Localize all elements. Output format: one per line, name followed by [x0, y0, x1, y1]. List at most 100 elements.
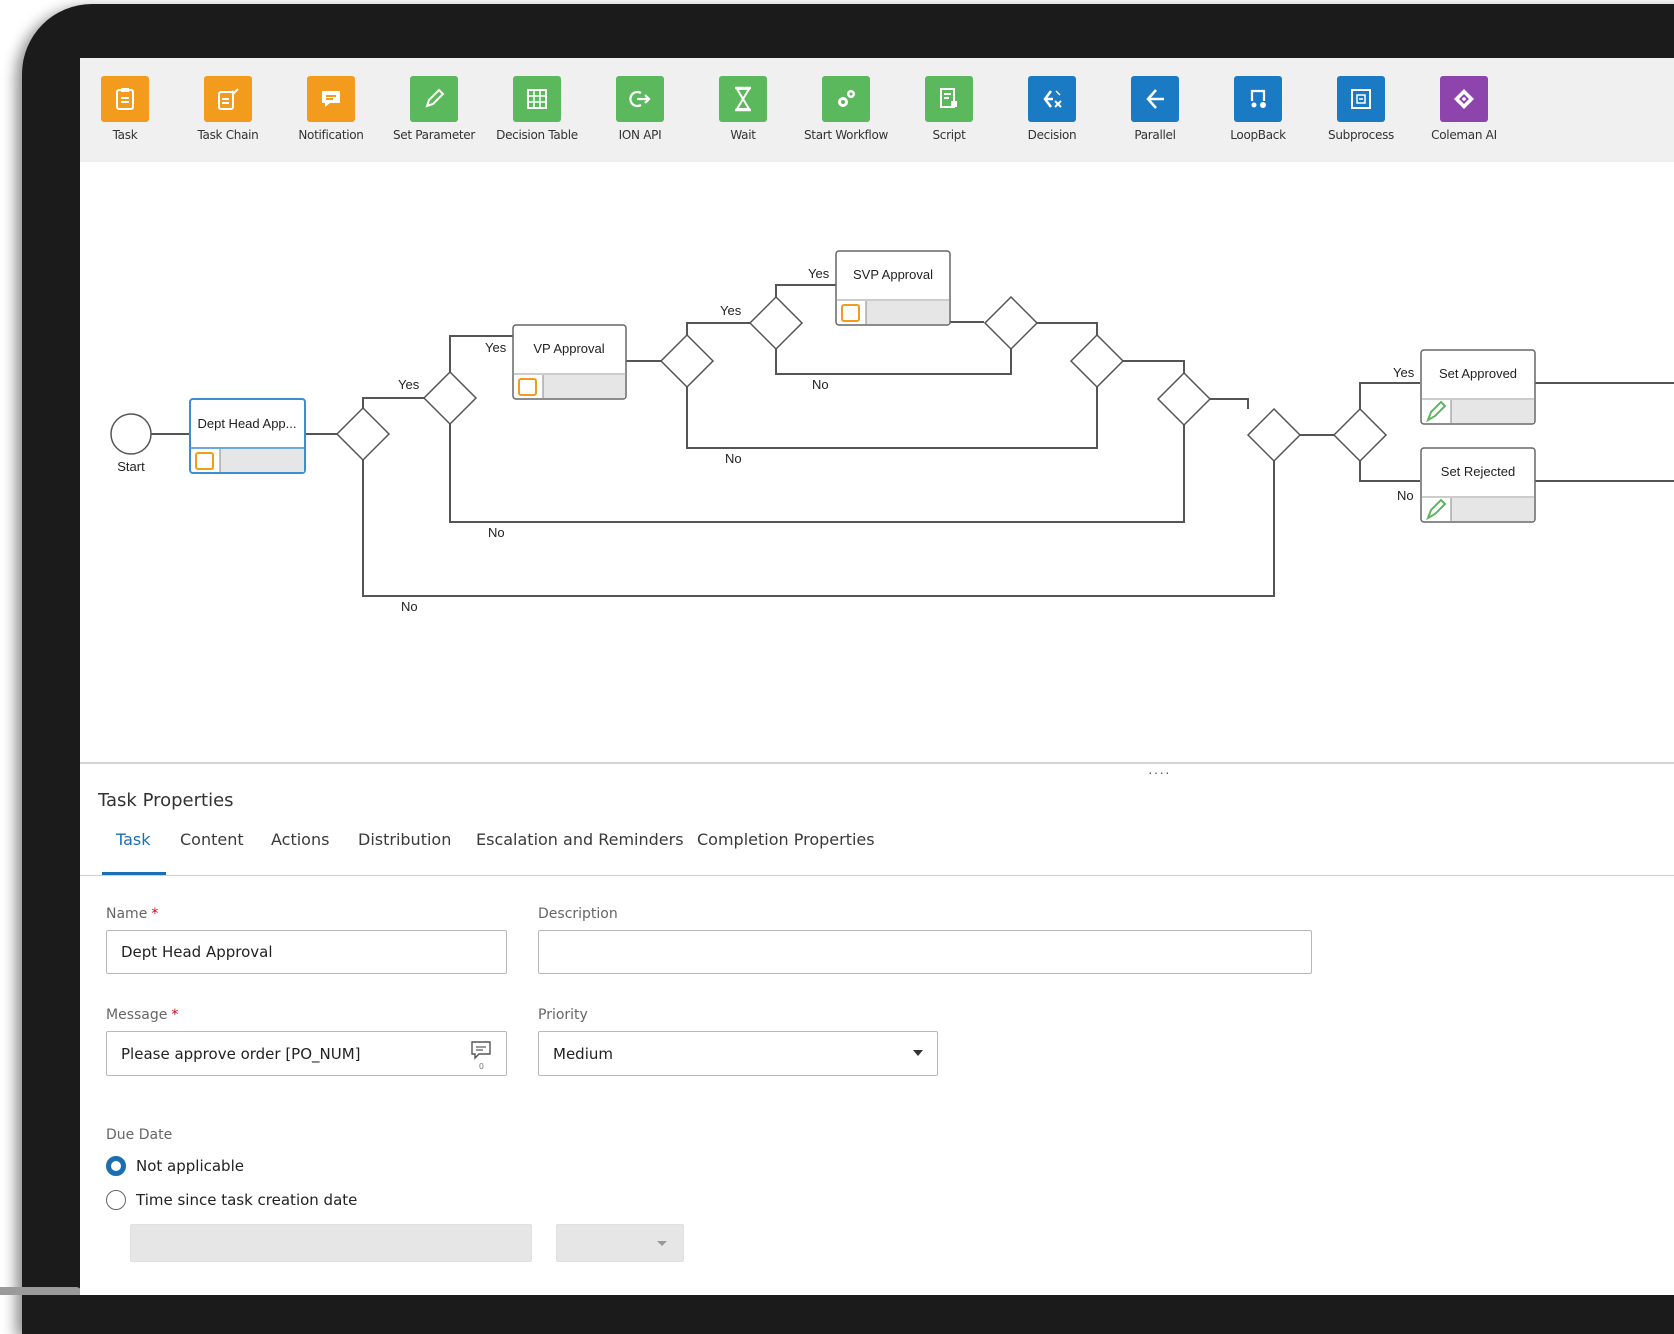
tool-ion-api[interactable]: ION API	[585, 76, 695, 142]
start-event[interactable]	[110, 413, 152, 455]
task-chain-icon	[204, 76, 252, 122]
tool-label: Wait	[730, 128, 756, 142]
priority-select[interactable]: Medium	[538, 1031, 938, 1076]
tool-task-chain[interactable]: Task Chain	[173, 76, 283, 142]
due-duration-input[interactable]	[130, 1224, 532, 1262]
hourglass-icon	[719, 76, 767, 122]
gateway-diamond[interactable]	[1332, 407, 1388, 463]
gateway-diamond[interactable]	[335, 406, 391, 462]
node-set-approved[interactable]: Set Approved	[1420, 349, 1536, 425]
workflow-canvas[interactable]: Start Dept Head App... VP Approval SVP A…	[80, 162, 1674, 762]
coleman-ai-icon	[1440, 76, 1488, 122]
yes-label: Yes	[485, 340, 507, 355]
node-label: SVP Approval	[853, 267, 933, 282]
tool-coleman-ai[interactable]: Coleman AI	[1409, 76, 1519, 142]
parallel-icon	[1131, 76, 1179, 122]
chevron-down-icon	[913, 1050, 923, 1056]
description-label: Description	[538, 906, 618, 922]
tool-label: Set Parameter	[392, 128, 476, 142]
script-icon	[925, 76, 973, 122]
tool-subprocess[interactable]: Subprocess	[1306, 76, 1416, 142]
radio-label: Time since task creation date	[136, 1191, 358, 1209]
api-arrow-icon	[616, 76, 664, 122]
task-properties-panel: Task Properties Task Content Actions Dis…	[80, 764, 1674, 1295]
tool-label: Subprocess	[1328, 128, 1394, 142]
tool-label: ION API	[618, 128, 662, 142]
yes-label: Yes	[1393, 365, 1415, 380]
gateway-diamond[interactable]	[983, 295, 1039, 351]
message-input[interactable]: Please approve order [PO_NUM] 0	[106, 1031, 507, 1076]
tool-label: Parallel	[1134, 128, 1176, 142]
message-label: Message *	[106, 1007, 179, 1023]
workflow-designer-screen: Task Task Chain Notification Set Paramet…	[80, 58, 1674, 1295]
tool-label: Coleman AI	[1431, 128, 1497, 142]
node-svp-approval[interactable]: SVP Approval	[835, 250, 951, 326]
priority-label: Priority	[538, 1007, 588, 1023]
tool-label: Task	[112, 128, 138, 142]
gateway-diamond[interactable]	[748, 295, 804, 351]
tool-label: Task Chain	[197, 128, 259, 142]
tool-label: Notification	[298, 128, 364, 142]
yes-label: Yes	[720, 303, 742, 318]
name-label: Name *	[106, 906, 159, 922]
gateway-diamond[interactable]	[1246, 407, 1302, 463]
description-input[interactable]	[538, 930, 1312, 974]
tool-task[interactable]: Task	[80, 76, 180, 142]
tabs-divider	[80, 875, 1674, 876]
required-mark: *	[151, 906, 159, 922]
gateway-diamond[interactable]	[1156, 371, 1212, 427]
priority-value: Medium	[553, 1044, 613, 1063]
yes-label: Yes	[808, 266, 830, 281]
start-label: Start	[117, 459, 145, 474]
tool-label: Start Workflow	[803, 128, 889, 142]
tab-completion-properties[interactable]: Completion Properties	[697, 830, 875, 849]
node-label: Set Approved	[1439, 366, 1517, 381]
radio-unselected[interactable]	[106, 1190, 126, 1210]
no-label: No	[725, 451, 742, 466]
no-label: No	[401, 599, 418, 614]
tool-decision[interactable]: Decision	[997, 76, 1107, 142]
tool-notification[interactable]: Notification	[276, 76, 386, 142]
clipboard-icon	[101, 76, 149, 122]
node-label: Set Rejected	[1441, 464, 1515, 479]
grid-icon	[513, 76, 561, 122]
tab-task[interactable]: Task	[116, 830, 151, 849]
tab-content[interactable]: Content	[180, 830, 244, 849]
gears-icon	[822, 76, 870, 122]
due-option-not-applicable[interactable]: Not applicable	[106, 1156, 244, 1176]
node-vp-approval[interactable]: VP Approval	[512, 324, 627, 400]
tool-label: Decision Table	[496, 128, 578, 142]
due-unit-select[interactable]	[556, 1224, 684, 1262]
tab-distribution[interactable]: Distribution	[358, 830, 451, 849]
decision-icon	[1028, 76, 1076, 122]
tab-escalation-reminders[interactable]: Escalation and Reminders	[476, 830, 684, 849]
tool-label: Decision	[1027, 128, 1077, 142]
subprocess-icon	[1337, 76, 1385, 122]
message-char-count: 0	[478, 1062, 484, 1071]
node-dept-head-approval[interactable]: Dept Head App...	[189, 398, 306, 474]
pencil-icon	[410, 76, 458, 122]
due-option-time-since-creation[interactable]: Time since task creation date	[106, 1190, 357, 1210]
tool-loopback[interactable]: LoopBack	[1203, 76, 1313, 142]
tool-wait[interactable]: Wait	[688, 76, 798, 142]
yes-label: Yes	[398, 377, 420, 392]
radio-selected[interactable]	[106, 1156, 126, 1176]
tool-start-workflow[interactable]: Start Workflow	[791, 76, 901, 142]
tool-parallel[interactable]: Parallel	[1100, 76, 1210, 142]
node-set-rejected[interactable]: Set Rejected	[1420, 447, 1536, 523]
tab-actions[interactable]: Actions	[271, 830, 329, 849]
gateway-diamond[interactable]	[659, 333, 715, 389]
message-icon	[307, 76, 355, 122]
chevron-down-icon	[657, 1241, 667, 1246]
tool-set-parameter[interactable]: Set Parameter	[379, 76, 489, 142]
gateway-diamond[interactable]	[1069, 333, 1125, 389]
tool-script[interactable]: Script	[894, 76, 1004, 142]
name-input[interactable]: Dept Head Approval	[106, 930, 507, 974]
node-label: VP Approval	[533, 341, 604, 356]
no-label: No	[812, 377, 829, 392]
tool-decision-table[interactable]: Decision Table	[482, 76, 592, 142]
due-date-label: Due Date	[106, 1127, 173, 1143]
gateway-diamond[interactable]	[422, 370, 478, 426]
tool-label: Script	[932, 128, 966, 142]
node-toolbar: Task Task Chain Notification Set Paramet…	[80, 58, 1674, 162]
